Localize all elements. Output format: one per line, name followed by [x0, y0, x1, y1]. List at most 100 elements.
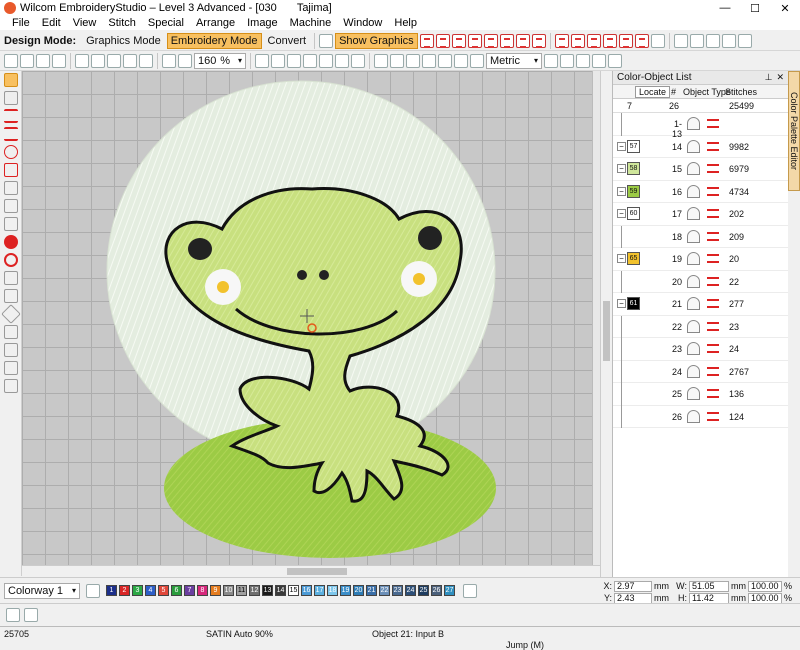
- background-icon[interactable]: [406, 53, 420, 68]
- hatch-icon[interactable]: [3, 361, 18, 375]
- object-row[interactable]: −59 16 4734: [613, 181, 788, 203]
- digitize-fill-icon[interactable]: [3, 127, 18, 141]
- color-swatch[interactable]: 27: [444, 585, 455, 596]
- stitch-type-icon[interactable]: [419, 33, 434, 48]
- view-4-icon[interactable]: [721, 33, 736, 48]
- design-canvas[interactable]: [22, 71, 600, 565]
- flower-left[interactable]: [205, 269, 241, 305]
- undo-icon[interactable]: [123, 53, 137, 68]
- color-swatch[interactable]: 16: [301, 585, 312, 596]
- effect-5-icon[interactable]: [618, 33, 633, 48]
- color-swatch[interactable]: 14: [275, 585, 286, 596]
- mirror-icon[interactable]: [544, 53, 558, 68]
- zoom-out-icon[interactable]: [178, 53, 192, 68]
- digitize-complex-icon[interactable]: [3, 163, 18, 177]
- object-row[interactable]: −57 14 9982: [613, 136, 788, 158]
- cut-icon[interactable]: [75, 53, 89, 68]
- expand-toggle-icon[interactable]: −: [617, 186, 626, 196]
- color-swatch[interactable]: 7: [184, 585, 195, 596]
- color-swatch[interactable]: 4: [145, 585, 156, 596]
- thread-color-box[interactable]: 65: [627, 252, 640, 265]
- graphics-mode-button[interactable]: Graphics Mode: [82, 33, 165, 49]
- show-graphics-button[interactable]: Show Graphics: [335, 32, 418, 49]
- design-tab-1-icon[interactable]: [6, 608, 20, 622]
- add-color-icon[interactable]: [463, 583, 477, 598]
- menu-image[interactable]: Image: [241, 17, 284, 29]
- design-tab-2-icon[interactable]: [24, 608, 38, 622]
- edit-icon[interactable]: [3, 325, 18, 339]
- color-swatch[interactable]: 5: [158, 585, 169, 596]
- lettering-icon[interactable]: [3, 271, 18, 285]
- object-row[interactable]: −58 15 6979: [613, 158, 788, 181]
- color-swatch[interactable]: 18: [327, 585, 338, 596]
- fabric-icon[interactable]: [390, 53, 404, 68]
- zoom-select[interactable]: 160 % ▾: [194, 52, 246, 69]
- color-swatch[interactable]: 20: [353, 585, 364, 596]
- color-swatch[interactable]: 15: [288, 585, 299, 596]
- color-swatch[interactable]: 9: [210, 585, 221, 596]
- vertical-scrollbar-thumb[interactable]: [603, 301, 610, 361]
- color-swatch[interactable]: 12: [249, 585, 260, 596]
- menu-help[interactable]: Help: [388, 17, 423, 29]
- object-row[interactable]: −65 19 20: [613, 248, 788, 271]
- digitize-satin-icon[interactable]: [3, 109, 18, 123]
- thread-color-box[interactable]: 60: [627, 207, 640, 220]
- x-field[interactable]: 2.97: [614, 580, 652, 592]
- color-swatch[interactable]: 22: [379, 585, 390, 596]
- connector-icon[interactable]: [335, 53, 349, 68]
- menu-file[interactable]: File: [6, 17, 36, 29]
- ring-icon[interactable]: [3, 253, 18, 267]
- tatami-icon[interactable]: [451, 33, 466, 48]
- object-row[interactable]: 1-13: [613, 113, 788, 139]
- menu-window[interactable]: Window: [337, 17, 388, 29]
- width-field[interactable]: 51.05: [689, 580, 729, 592]
- horizontal-scrollbar[interactable]: [22, 565, 600, 577]
- distribute-icon[interactable]: [608, 53, 622, 68]
- paste-icon[interactable]: [107, 53, 121, 68]
- thread-color-box[interactable]: 57: [627, 139, 640, 153]
- fancy-fill-icon[interactable]: [531, 33, 546, 48]
- height-field[interactable]: 11.42: [689, 592, 729, 604]
- zoom-in-icon[interactable]: [162, 53, 176, 68]
- object-row[interactable]: 22 23: [613, 315, 788, 338]
- reshape-icon[interactable]: [3, 91, 18, 105]
- hoop-icon[interactable]: [271, 53, 285, 68]
- new-file-icon[interactable]: [4, 53, 18, 68]
- pattern-icon[interactable]: [499, 33, 514, 48]
- color-swatch[interactable]: 21: [366, 585, 377, 596]
- thread-color-box[interactable]: 61: [627, 297, 640, 310]
- view-5-icon[interactable]: [737, 33, 752, 48]
- object-row[interactable]: 24 2767: [613, 360, 788, 383]
- embroidery-mode-button[interactable]: Embroidery Mode: [166, 32, 262, 49]
- color-swatch[interactable]: 17: [314, 585, 325, 596]
- digitize-run-icon[interactable]: [3, 145, 18, 159]
- object-row[interactable]: −60 17 202: [613, 203, 788, 226]
- color-swatch[interactable]: 8: [197, 585, 208, 596]
- motif-icon[interactable]: [515, 33, 530, 48]
- save-icon[interactable]: [36, 53, 50, 68]
- lock-icon[interactable]: [470, 53, 484, 68]
- effect-3-icon[interactable]: [586, 33, 601, 48]
- menu-machine[interactable]: Machine: [284, 17, 338, 29]
- color-swatch[interactable]: 24: [405, 585, 416, 596]
- effect-1-icon[interactable]: [554, 33, 569, 48]
- measure-icon[interactable]: [422, 53, 436, 68]
- effect-4-icon[interactable]: [602, 33, 617, 48]
- color-swatch[interactable]: 1: [106, 585, 117, 596]
- copy-icon[interactable]: [91, 53, 105, 68]
- menu-view[interactable]: View: [67, 17, 103, 29]
- view-1-icon[interactable]: [673, 33, 688, 48]
- convert-button[interactable]: Convert: [264, 33, 311, 49]
- color-swatch[interactable]: 11: [236, 585, 247, 596]
- expand-toggle-icon[interactable]: −: [617, 141, 626, 151]
- expand-toggle-icon[interactable]: −: [617, 254, 626, 263]
- color-swatch[interactable]: 25: [418, 585, 429, 596]
- select-arrow-icon[interactable]: [3, 73, 18, 87]
- expand-toggle-icon[interactable]: −: [617, 209, 626, 218]
- circle-icon[interactable]: [3, 235, 18, 249]
- print-icon[interactable]: [52, 53, 66, 68]
- units-select[interactable]: Metric ▾: [486, 52, 542, 69]
- open-folder-icon[interactable]: [20, 53, 34, 68]
- fill-icon[interactable]: [483, 33, 498, 48]
- color-palette-icon[interactable]: [86, 583, 100, 598]
